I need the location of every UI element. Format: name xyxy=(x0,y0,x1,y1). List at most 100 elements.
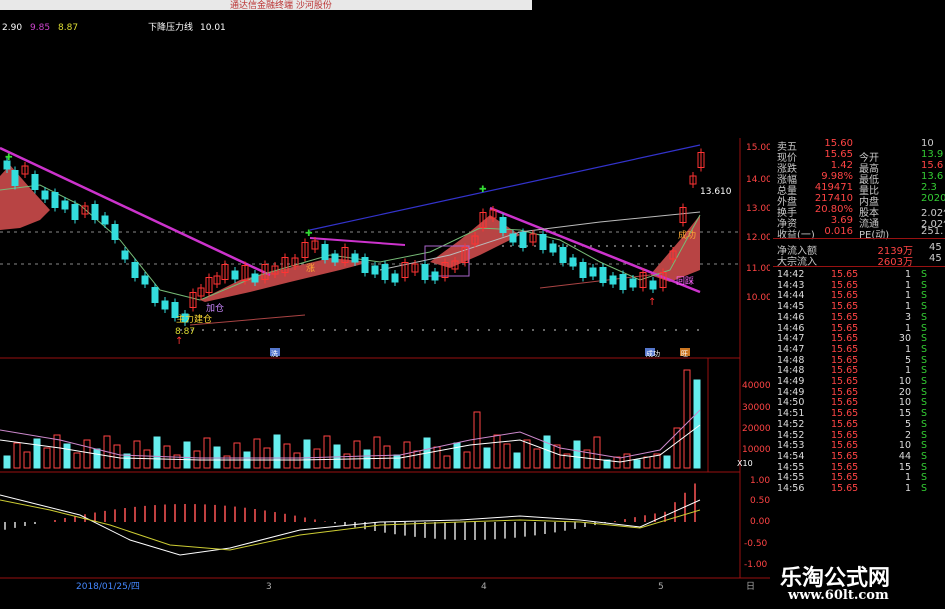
candle xyxy=(31,174,39,190)
period-button[interactable]: 日 xyxy=(746,581,755,592)
tick-row: 14:46 15.65 3 S xyxy=(773,312,945,323)
macd-tick: 1.00 xyxy=(750,476,770,486)
tick-direction: S xyxy=(921,440,928,452)
pullback-label: 回踩 xyxy=(676,276,694,287)
tick-row: 14:51 15.65 15 S xyxy=(773,408,945,419)
tick-direction: S xyxy=(921,472,928,484)
volume-bar xyxy=(373,436,381,469)
quote-value: 20.80% xyxy=(814,204,853,215)
candle xyxy=(41,190,49,200)
volume-bar xyxy=(553,444,561,469)
date-label: 2018/01/25/四 xyxy=(76,582,140,592)
volume-bar xyxy=(33,438,41,469)
candle xyxy=(609,275,617,285)
volume-bar xyxy=(23,451,31,469)
quote-value: 3.69 xyxy=(830,215,853,226)
candle xyxy=(371,265,379,275)
tick-direction: S xyxy=(921,376,928,387)
quote-value: 2.3 xyxy=(921,182,937,193)
tick-time: 14:44 xyxy=(777,290,805,302)
tick-time: 14:53 xyxy=(777,440,805,452)
volume-bar xyxy=(483,447,491,469)
tick-direction: S xyxy=(921,418,928,430)
month-label: 5 xyxy=(658,582,664,592)
volume-unit: X10 xyxy=(737,459,753,468)
candle xyxy=(569,257,577,267)
volume-bar xyxy=(303,439,311,469)
volume-bar xyxy=(473,411,481,469)
tick-volume: 30 xyxy=(898,333,911,345)
candle xyxy=(351,253,359,263)
tick-price: 15.65 xyxy=(831,279,859,291)
candle xyxy=(321,244,329,260)
volume-bar xyxy=(523,439,531,469)
candle xyxy=(111,224,119,240)
tick-direction: S xyxy=(921,450,928,462)
pressure-line-label: 下降压力线 xyxy=(148,21,193,33)
quote-value: 251. xyxy=(921,226,944,237)
price-tick: 12.00 xyxy=(746,233,770,243)
volume-bar xyxy=(403,441,411,469)
volume-tick: 10000 xyxy=(742,445,770,455)
volume-bar xyxy=(463,451,471,469)
tick-volume: 1 xyxy=(904,483,911,494)
volume-axis: 40000 30000 20000 10000 X10 xyxy=(737,381,770,468)
tick-volume: 10 xyxy=(898,376,911,387)
tick-row: 14:48 15.65 5 S xyxy=(773,355,945,366)
tick-time: 14:52 xyxy=(777,418,805,430)
volume-bar xyxy=(153,436,161,469)
price-axis: 15.00 14.00 13.00 12.00 11.00 10.00 13.6… xyxy=(700,143,770,303)
volume-bar xyxy=(513,452,521,469)
tick-price: 15.65 xyxy=(831,269,859,280)
stock-chart[interactable]: 2.90 9.85 8.87 下降压力线 10.01 8.87 主力建仓 加仓 … xyxy=(0,0,770,609)
volume-bar xyxy=(283,443,291,469)
tick-direction: S xyxy=(921,269,928,280)
quote-value: 0.016 xyxy=(824,226,853,237)
tick-volume: 1 xyxy=(904,290,911,302)
moving-average xyxy=(0,184,701,301)
tick-price: 15.65 xyxy=(831,386,859,398)
candle xyxy=(539,234,547,250)
tick-time: 14:52 xyxy=(777,429,805,441)
buy-arrow-icon: ✚ xyxy=(305,229,313,239)
tick-price: 15.65 xyxy=(831,418,859,430)
tick-volume: 10 xyxy=(898,397,911,409)
divider xyxy=(773,266,945,267)
candle xyxy=(559,247,567,263)
tick-row: 14:42 15.65 1 S xyxy=(773,269,945,280)
volume-bar xyxy=(503,443,511,469)
volume-bar xyxy=(233,442,241,469)
price-tick: 13.00 xyxy=(746,204,770,214)
macd-axis: 1.00 0.50 0.00 -0.50 -1.00 xyxy=(744,476,770,570)
candle xyxy=(151,287,159,303)
candle xyxy=(619,274,627,290)
volume-tick: 20000 xyxy=(742,424,770,434)
tick-row: 14:55 15.65 15 S xyxy=(773,462,945,473)
tick-row: 14:53 15.65 10 S xyxy=(773,440,945,451)
tick-price: 15.65 xyxy=(831,333,859,345)
candle xyxy=(579,262,587,278)
volume-bar xyxy=(593,436,601,469)
price-tick: 11.00 xyxy=(746,264,770,274)
success2-label: 成功 xyxy=(646,349,660,358)
tick-volume: 1 xyxy=(904,365,911,377)
quote-value: 13.9 xyxy=(921,149,944,160)
candle xyxy=(121,250,129,260)
quote-value: 419471 xyxy=(814,182,853,193)
buy-arrow-icon: ✚ xyxy=(5,153,13,163)
quote-value: 15.65 xyxy=(824,149,853,160)
candle xyxy=(131,262,139,278)
tick-price: 15.65 xyxy=(831,408,859,420)
tick-price: 15.65 xyxy=(831,343,859,355)
success-label: 成功 xyxy=(678,229,696,241)
flow-extra: 45 xyxy=(929,253,942,264)
tick-time: 14:55 xyxy=(777,472,805,484)
add-position-label: 加仓 xyxy=(206,302,224,314)
indicator-v1: 2.90 xyxy=(2,23,22,33)
macd-tick: 0.00 xyxy=(750,517,770,527)
quote-value: 15.6 xyxy=(921,160,944,171)
wash-label: 洗 xyxy=(271,349,278,358)
volume-bar xyxy=(203,437,211,469)
buy-arrow-icon: ✚ xyxy=(479,185,487,195)
tick-volume: 1 xyxy=(904,269,911,280)
